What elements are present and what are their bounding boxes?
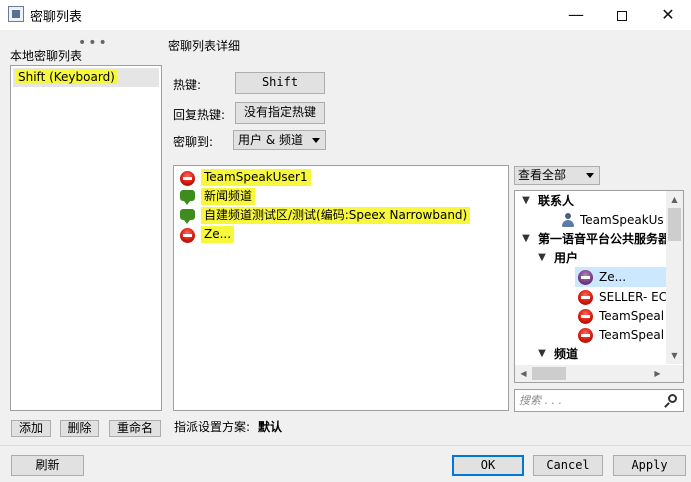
tree-group-contacts[interactable]: ▼ 联系人 (515, 191, 666, 211)
minimize-icon: — (568, 5, 584, 24)
divider (0, 445, 691, 446)
add-button[interactable]: 添加 (11, 420, 51, 437)
tree-vertical-scrollbar[interactable]: ▲ ▼ (666, 191, 683, 364)
tree-item-user[interactable]: Ze... (575, 267, 666, 287)
reply-hotkey-label: 回复热键: (173, 108, 226, 122)
chevron-down-icon (312, 138, 320, 143)
whisper-target-value: 用户 & 频道 (238, 133, 303, 147)
scrollbar-thumb[interactable] (532, 367, 566, 380)
whisper-target-list[interactable]: TeamSpeakUser1 新闻频道 自建频道测试区/测试(编码:Speex … (173, 165, 509, 411)
maximize-button[interactable] (599, 0, 645, 30)
scrollbar-thumb[interactable] (668, 208, 681, 241)
refresh-button[interactable]: 刷新 (11, 455, 84, 476)
tree-item-user[interactable]: TeamSpeal (575, 306, 666, 326)
reply-hotkey-button[interactable]: 没有指定热键 (235, 102, 325, 124)
chevron-down-icon[interactable]: ▼ (536, 344, 548, 364)
scroll-left-icon[interactable]: ◀ (515, 365, 532, 382)
scrollbar-corner (666, 365, 683, 382)
app-icon (8, 6, 24, 22)
whisper-target-label: 密聊到: (173, 135, 214, 149)
ok-button[interactable]: OK (452, 455, 524, 476)
close-icon: ✕ (661, 5, 675, 24)
scroll-down-icon[interactable]: ▼ (666, 347, 683, 364)
tree-label: 用户 (554, 251, 579, 265)
target-name: 自建频道测试区/测试(编码:Speex Narrowband) (201, 207, 471, 224)
search-icon[interactable] (664, 394, 678, 408)
channel-icon (180, 190, 195, 205)
user-status-icon (180, 228, 195, 243)
tree-label: SELLER- EC (599, 290, 668, 304)
contact-icon (560, 212, 576, 228)
scroll-up-icon[interactable]: ▲ (666, 191, 683, 208)
close-button[interactable]: ✕ (645, 0, 691, 30)
view-filter-dropdown[interactable]: 查看全部 (514, 166, 600, 185)
user-status-icon (578, 270, 593, 285)
scroll-right-icon[interactable]: ▶ (649, 365, 666, 382)
search-input[interactable] (519, 392, 649, 409)
chevron-down-icon[interactable]: ▼ (520, 229, 532, 249)
chevron-down-icon[interactable]: ▼ (520, 191, 532, 211)
assignment-scheme-value: 默认 (258, 420, 283, 434)
assignment-scheme-label: 指派设置方案: (174, 420, 251, 434)
whisper-target-dropdown[interactable]: 用户 & 频道 (233, 130, 326, 150)
tree-group-server[interactable]: ▼ 第一语音平台公共服务器 (515, 229, 670, 249)
chevron-down-icon (586, 173, 594, 178)
tree-label: TeamSpeal (599, 328, 665, 342)
list-item-label: Shift (Keyboard) (16, 70, 117, 84)
list-item[interactable]: Shift (Keyboard) (13, 68, 159, 87)
tree-label: 第一语音平台公共服务器 (538, 232, 671, 246)
minimize-button[interactable]: — (553, 0, 599, 30)
rename-button[interactable]: 重命名 (109, 420, 161, 437)
splitter-grip[interactable]: ••• (78, 36, 109, 50)
tree-item-user[interactable]: TeamSpeal (575, 325, 666, 345)
target-name: TeamSpeakUser1 (201, 169, 311, 186)
tree-group-channels[interactable]: ▼ 频道 (515, 344, 666, 364)
search-field[interactable] (514, 389, 684, 412)
tree-label: Ze... (599, 270, 627, 284)
tree-horizontal-scrollbar[interactable]: ◀ ▶ (515, 365, 666, 382)
cancel-button[interactable]: Cancel (533, 455, 603, 476)
tree-item-contact[interactable]: TeamSpeakUs (515, 210, 666, 230)
details-heading: 密聊列表详细 (168, 39, 241, 53)
server-tree[interactable]: ▼ 联系人 TeamSpeakUs ▼ 第一语音平台公共服务器 ▼ 用户 Ze.… (514, 190, 684, 383)
channel-icon (180, 209, 195, 224)
user-status-icon (578, 290, 593, 305)
target-name: 新闻频道 (201, 188, 256, 205)
window-title: 密聊列表 (30, 10, 83, 25)
tree-label: 频道 (554, 347, 579, 361)
user-status-icon (578, 309, 593, 324)
chevron-down-icon[interactable]: ▼ (536, 248, 548, 268)
tree-label: TeamSpeakUs (580, 213, 664, 227)
maximize-icon (617, 10, 627, 21)
target-name: Ze... (201, 226, 235, 243)
tree-label: 联系人 (538, 194, 575, 208)
tree-group-users[interactable]: ▼ 用户 (515, 248, 666, 268)
view-filter-value: 查看全部 (518, 168, 567, 182)
apply-button[interactable]: Apply (613, 455, 686, 476)
hotkey-button[interactable]: Shift (235, 72, 325, 94)
tree-label: TeamSpeal (599, 309, 665, 323)
local-whisper-list[interactable]: Shift (Keyboard) (10, 65, 162, 411)
title-bar: 密聊列表 — ✕ (0, 0, 691, 30)
local-list-heading: 本地密聊列表 (10, 49, 83, 63)
user-status-icon (578, 328, 593, 343)
tree-item-user[interactable]: SELLER- EC (575, 287, 668, 307)
user-status-icon (180, 171, 195, 186)
delete-button[interactable]: 删除 (60, 420, 99, 437)
hotkey-label: 热键: (173, 78, 202, 92)
